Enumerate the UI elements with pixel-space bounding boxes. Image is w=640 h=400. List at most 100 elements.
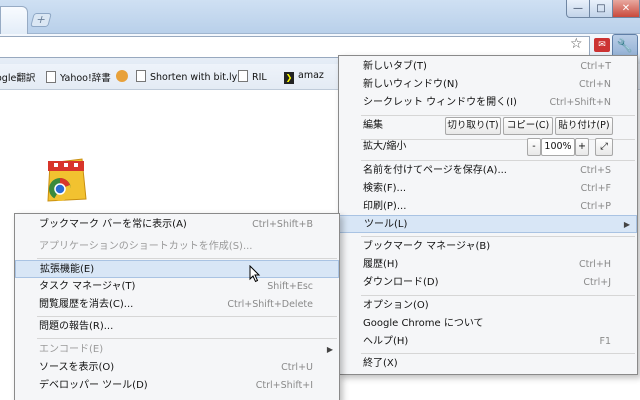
menu-item-options[interactable]: オプション(O) bbox=[339, 297, 637, 315]
shortcut: Ctrl+P bbox=[580, 201, 611, 212]
bookmark-label: amaz bbox=[298, 70, 324, 81]
menu-item-task-manager[interactable]: タスク マネージャ(T) Shift+Esc bbox=[15, 278, 339, 296]
menu-item-view-source[interactable]: ソースを表示(O) Ctrl+U bbox=[15, 359, 339, 377]
zoom-in-button[interactable]: + bbox=[575, 138, 589, 156]
shortcut: Ctrl+U bbox=[281, 362, 313, 373]
menu-label: 印刷(P)... bbox=[363, 201, 407, 212]
shortcut: Ctrl+N bbox=[579, 79, 611, 90]
menu-label: ダウンロード(D) bbox=[363, 277, 439, 288]
shortcut: Ctrl+T bbox=[580, 61, 611, 72]
menu-label: 履歴(H) bbox=[363, 259, 399, 270]
menu-row-zoom: 拡大/縮小 - 100% + ⤢ bbox=[339, 138, 637, 158]
menu-item-new-window[interactable]: 新しいウィンドウ(N) Ctrl+N bbox=[339, 76, 637, 94]
menu-item-tools[interactable]: ツール(L) ▶ bbox=[339, 215, 637, 233]
menu-item-encoding[interactable]: エンコード(E) ▶ bbox=[15, 341, 339, 359]
minimize-button[interactable]: — bbox=[566, 0, 590, 18]
menu-label: 拡大/縮小 bbox=[363, 141, 407, 152]
menu-row-edit: 編集 切り取り(T) コピー(C) 貼り付け(P) bbox=[339, 117, 637, 137]
menu-label: ツール(L) bbox=[364, 219, 408, 230]
shortcut: F1 bbox=[599, 336, 611, 347]
bookmark-item[interactable]: Yahoo!辞書 bbox=[46, 70, 111, 84]
menu-label: エンコード(E) bbox=[39, 344, 104, 355]
separator bbox=[37, 316, 337, 317]
menu-label: ブックマーク マネージャ(B) bbox=[363, 241, 491, 252]
menu-item-save-as[interactable]: 名前を付けてページを保存(A)... Ctrl+S bbox=[339, 162, 637, 180]
menu-label: 新しいウィンドウ(N) bbox=[363, 79, 459, 90]
paste-button[interactable]: 貼り付け(P) bbox=[555, 117, 613, 135]
menu-item-history[interactable]: 履歴(H) Ctrl+H bbox=[339, 256, 637, 274]
bookmark-label: RIL bbox=[252, 72, 267, 83]
menu-item-clear-browsing[interactable]: 閲覧履歴を消去(C)... Ctrl+Shift+Delete bbox=[15, 296, 339, 314]
menu-item-find[interactable]: 検索(F)... Ctrl+F bbox=[339, 180, 637, 198]
tools-submenu: ブックマーク バーを常に表示(A) Ctrl+Shift+B アプリケーションの… bbox=[14, 213, 340, 400]
menu-item-about[interactable]: Google Chrome について bbox=[339, 315, 637, 333]
menu-item-developer-tools[interactable]: デベロッパー ツール(D) Ctrl+Shift+I bbox=[15, 377, 339, 395]
separator bbox=[361, 115, 635, 116]
submenu-arrow-icon: ▶ bbox=[623, 220, 630, 229]
menu-label: 新しいタブ(T) bbox=[363, 61, 427, 72]
menu-item-bookmark-manager[interactable]: ブックマーク マネージャ(B) bbox=[339, 238, 637, 256]
bookmark-item[interactable]: ogle翻訳 bbox=[0, 70, 35, 84]
star-icon[interactable]: ☆ bbox=[570, 36, 583, 52]
favicon-icon bbox=[116, 70, 128, 82]
separator bbox=[361, 295, 635, 296]
menu-label: シークレット ウィンドウを開く(I) bbox=[363, 97, 517, 108]
close-window-button[interactable]: ✕ bbox=[612, 0, 640, 18]
bookmark-label: ogle翻訳 bbox=[0, 73, 36, 84]
new-tab-button[interactable]: + bbox=[30, 13, 52, 27]
menu-label: ブックマーク バーを常に表示(A) bbox=[39, 219, 187, 230]
separator bbox=[37, 258, 337, 259]
arrow-favicon-icon: ❯ bbox=[284, 72, 294, 84]
zoom-out-button[interactable]: - bbox=[527, 138, 541, 156]
mouse-cursor-icon bbox=[249, 265, 261, 283]
menu-item-incognito[interactable]: シークレット ウィンドウを開く(I) Ctrl+Shift+N bbox=[339, 94, 637, 112]
menu-label: アプリケーションのショートカットを作成(S)... bbox=[39, 241, 253, 252]
bookmark-item[interactable]: RIL bbox=[238, 70, 267, 84]
shortcut: Ctrl+H bbox=[578, 259, 611, 270]
fullscreen-icon[interactable]: ⤢ bbox=[595, 138, 613, 156]
menu-item-new-tab[interactable]: 新しいタブ(T) Ctrl+T bbox=[339, 58, 637, 76]
menu-item-report-issue[interactable]: 問題の報告(R)... bbox=[15, 318, 339, 336]
menu-label: 名前を付けてページを保存(A)... bbox=[363, 165, 507, 176]
menu-label: 拡張機能(E) bbox=[40, 264, 95, 275]
shortcut: Ctrl+Shift+I bbox=[255, 380, 313, 391]
bookmark-item[interactable]: ❯ amaz bbox=[284, 70, 324, 84]
shortcut: Ctrl+J bbox=[583, 277, 611, 288]
bookmark-item[interactable]: Shorten with bit.ly bbox=[136, 70, 237, 84]
bookmark-item[interactable] bbox=[116, 70, 132, 84]
menu-item-downloads[interactable]: ダウンロード(D) Ctrl+J bbox=[339, 274, 637, 292]
bookmark-label: Shorten with bit.ly bbox=[150, 72, 238, 83]
maximize-button[interactable]: □ bbox=[589, 0, 613, 18]
menu-label: ソースを表示(O) bbox=[39, 362, 115, 373]
menu-label: オプション(O) bbox=[363, 300, 429, 311]
separator bbox=[361, 236, 635, 237]
mail-extension-icon[interactable]: ✉ bbox=[594, 38, 610, 52]
zoom-level: 100% bbox=[541, 138, 575, 156]
menu-item-show-bookmarks-bar[interactable]: ブックマーク バーを常に表示(A) Ctrl+Shift+B bbox=[15, 216, 339, 234]
bookmark-label: Yahoo!辞書 bbox=[60, 73, 111, 84]
tab-strip: + — □ ✕ bbox=[0, 0, 640, 34]
wrench-menu: 新しいタブ(T) Ctrl+T 新しいウィンドウ(N) Ctrl+N シークレッ… bbox=[338, 55, 638, 375]
separator bbox=[361, 160, 635, 161]
page-icon bbox=[238, 70, 248, 82]
extensions-logo-icon bbox=[47, 158, 87, 202]
menu-item-exit[interactable]: 終了(X) bbox=[339, 355, 637, 373]
copy-button[interactable]: コピー(C) bbox=[503, 117, 553, 135]
menu-label: 終了(X) bbox=[363, 358, 398, 369]
page-icon bbox=[46, 71, 56, 83]
menu-item-extensions[interactable]: 拡張機能(E) bbox=[15, 260, 339, 278]
menu-item-help[interactable]: ヘルプ(H) F1 bbox=[339, 333, 637, 351]
menu-item-print[interactable]: 印刷(P)... Ctrl+P bbox=[339, 198, 637, 216]
menu-item-create-shortcuts[interactable]: アプリケーションのショートカットを作成(S)... bbox=[15, 238, 339, 256]
menu-label: Google Chrome について bbox=[363, 318, 484, 329]
shortcut: Ctrl+Shift+Delete bbox=[227, 299, 313, 310]
separator bbox=[37, 338, 337, 339]
tab[interactable] bbox=[0, 6, 28, 34]
menu-label: ヘルプ(H) bbox=[363, 336, 409, 347]
shortcut: Ctrl+S bbox=[580, 165, 611, 176]
menu-label: デベロッパー ツール(D) bbox=[39, 380, 148, 391]
shortcut: Ctrl+Shift+B bbox=[252, 219, 313, 230]
submenu-arrow-icon: ▶ bbox=[326, 345, 333, 354]
cut-button[interactable]: 切り取り(T) bbox=[445, 117, 501, 135]
menu-label: タスク マネージャ(T) bbox=[39, 281, 136, 292]
